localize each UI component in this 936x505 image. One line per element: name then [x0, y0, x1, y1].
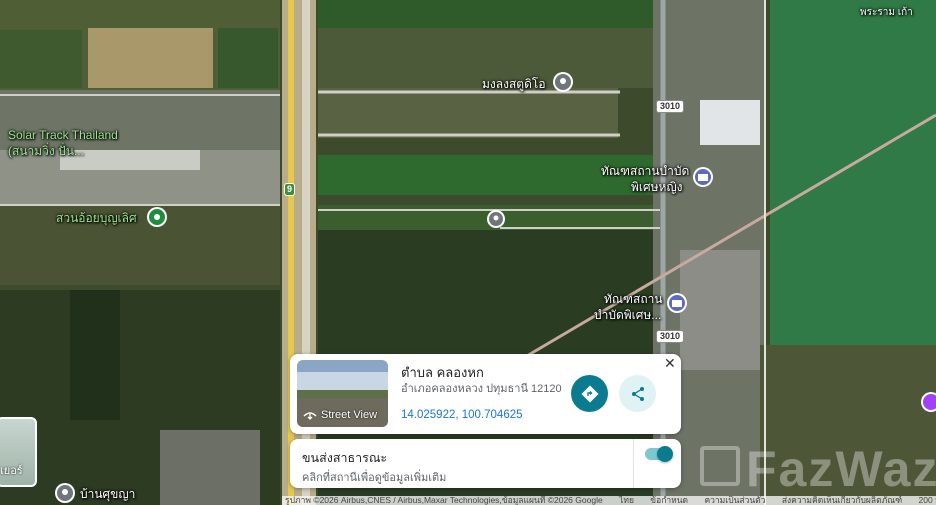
divider [633, 439, 634, 488]
location-pin-icon[interactable] [54, 482, 76, 504]
location-pin-icon[interactable] [552, 71, 574, 93]
place-label-suan-oi[interactable]: สวนอ้อยบุญเลิศ [56, 211, 137, 225]
watermark-text: FazWaz [746, 441, 936, 497]
place-label-mong-long[interactable]: มงลงสตูดิโอ [482, 77, 546, 91]
place-address: อำเภอคลองหลวง ปทุมธานี 12120 [401, 383, 562, 395]
place-label-thantasathan-1[interactable]: ทัณฑสถานบำบัด [601, 164, 689, 178]
directions-button[interactable] [571, 375, 608, 412]
map-footer: รูปภาพ ©2026 Airbus,CNES / Airbus,Maxar … [282, 496, 936, 505]
share-button[interactable] [619, 375, 656, 412]
feedback-link[interactable]: ส่งความคิดเห็นเกี่ยวกับผลิตภัณฑ์ [782, 496, 902, 505]
place-label-top-right[interactable]: พระราม เก้า [860, 6, 913, 20]
government-building-icon[interactable] [692, 166, 714, 188]
privacy-link[interactable]: ความเป็นส่วนตัว [704, 496, 765, 505]
scale-text: 200 ม. [918, 496, 936, 505]
place-coordinates[interactable]: 14.025922, 100.704625 [401, 409, 523, 421]
watermark: FazWaz [690, 440, 936, 498]
street-view-icon [303, 412, 317, 420]
layer-thumbnail-label: เยอร์ [0, 465, 23, 477]
directions-icon [581, 385, 598, 402]
park-pin-icon[interactable] [146, 206, 168, 228]
transit-toggle[interactable] [645, 446, 673, 462]
road-shield-9: 9 [284, 183, 296, 196]
place-label-baan-suksaya[interactable]: บ้านศุขญา [80, 487, 135, 501]
close-icon[interactable]: ✕ [664, 356, 678, 370]
transit-title: ขนส่งสาธารณะ [302, 451, 388, 465]
place-label-thantasathan-2-sub[interactable]: บำบัดพิเศษ... [594, 308, 661, 322]
government-building-icon[interactable] [666, 292, 688, 314]
toggle-knob [657, 446, 673, 462]
language-link[interactable]: ไทย [619, 496, 634, 505]
transit-subtitle: คลิกที่สถานีเพื่อดูข้อมูลเพิ่มเติม [302, 472, 447, 484]
street-view-text: Street View [321, 409, 378, 421]
place-label-thantasathan-2[interactable]: ทัณฑสถาน [604, 292, 663, 306]
share-icon [631, 386, 644, 401]
place-label-thantasathan-1-sub[interactable]: พิเศษหญิง [631, 180, 683, 194]
street-view-label[interactable]: Street View [303, 409, 377, 421]
attribution-text: รูปภาพ ©2026 Airbus,CNES / Airbus,Maxar … [285, 496, 603, 505]
road-shield-3010: 3010 [656, 330, 685, 343]
place-label-solar-track[interactable]: Solar Track Thailand [8, 128, 118, 142]
road-shield-3010: 3010 [656, 100, 685, 113]
street-view-thumbnail[interactable]: Street View [297, 360, 388, 427]
terms-link[interactable]: ข้อกำหนด [650, 496, 688, 505]
place-info-card: Street View ตำบล คลองหก อำเภอคลองหลวง ปท… [290, 354, 681, 434]
place-label-solar-track-sub[interactable]: (สนามวิ่ง ปั่น... [8, 144, 84, 158]
poi-pin-icon[interactable] [920, 391, 936, 413]
location-pin-icon[interactable] [485, 208, 507, 230]
layer-thumbnail[interactable]: เยอร์ [0, 417, 37, 487]
transit-card: ขนส่งสาธารณะ คลิกที่สถานีเพื่อดูข้อมูลเพ… [290, 439, 681, 488]
